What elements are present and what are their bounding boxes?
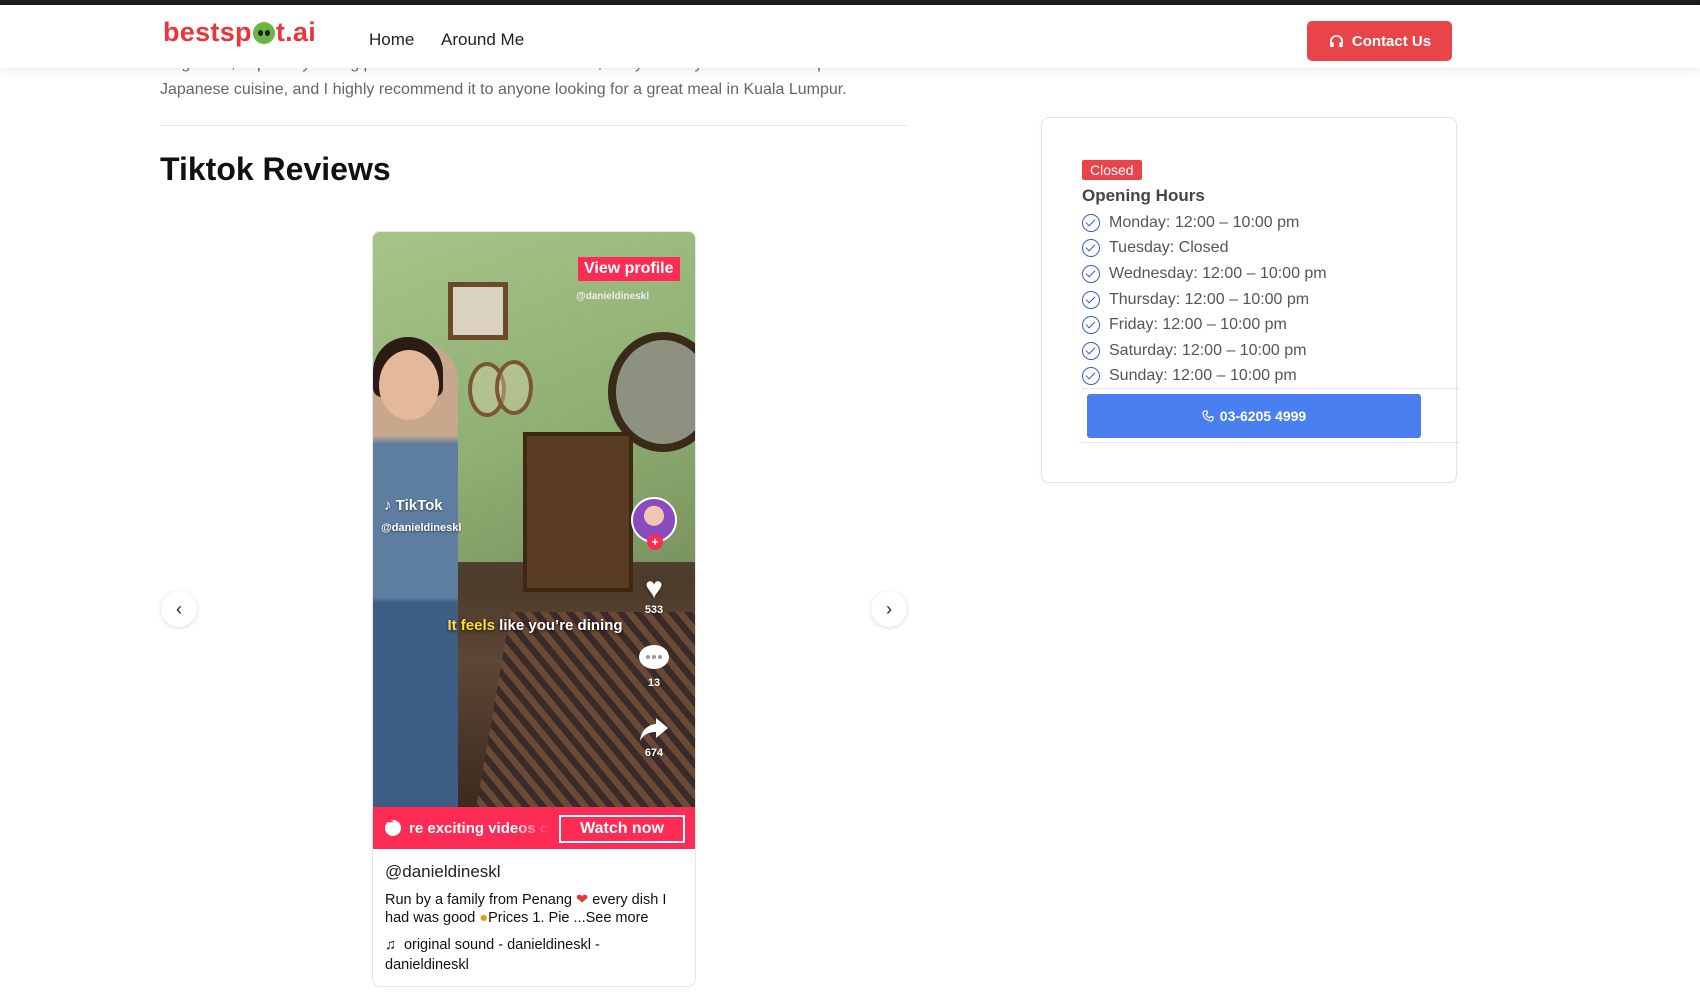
like-count: 533: [644, 604, 664, 616]
day-hours: Saturday: 12:00 – 10:00 pm: [1109, 341, 1307, 359]
creator-handle-link[interactable]: @danieldineskl: [385, 862, 501, 882]
comment-count: 13: [647, 677, 661, 689]
promo-text: re exciting videos o: [409, 819, 549, 837]
headset-icon: [1329, 34, 1343, 47]
divider: [1082, 388, 1460, 389]
chevron-left-icon: ‹: [176, 598, 182, 619]
day-hours: Sunday: 12:00 – 10:00 pm: [1109, 367, 1297, 385]
divider: [1082, 442, 1460, 443]
sound-name: original sound - danieldineskl - danield…: [385, 937, 600, 973]
share-action[interactable]: 674: [636, 714, 672, 759]
comment-action[interactable]: 13: [636, 642, 672, 689]
list-item: Sunday: 12:00 – 10:00 pm: [1082, 364, 1327, 390]
tiktok-embed-card: View profile @danieldineskl ♪ TikTok @da…: [372, 231, 696, 987]
list-item: Thursday: 12:00 – 10:00 pm: [1082, 287, 1327, 313]
site-logo[interactable]: bestsp t.ai: [163, 17, 316, 48]
list-item: Wednesday: 12:00 – 10:00 pm: [1082, 261, 1327, 287]
share-icon: [640, 718, 668, 741]
carousel-next-button[interactable]: ›: [871, 591, 907, 627]
status-badge: Closed: [1082, 160, 1142, 180]
opening-hours-list: Monday: 12:00 – 10:00 pm Tuesday: Closed…: [1082, 210, 1327, 389]
heart-icon: ♥: [645, 572, 663, 605]
tiktok-watermark: ♪ TikTok: [384, 497, 443, 514]
day-hours: Monday: 12:00 – 10:00 pm: [1109, 213, 1300, 231]
overlay-handle: @danieldineskl: [576, 291, 650, 302]
carousel-prev-button[interactable]: ‹: [161, 591, 197, 627]
wall-frame: [448, 282, 508, 340]
check-circle-icon: [1082, 367, 1100, 386]
racket-decor: [495, 360, 533, 415]
description-part: Prices 1. Pie: [488, 910, 574, 926]
phone-number: 03-6205 4999: [1219, 408, 1307, 424]
video-description: Run by a family from Penang ❤ every dish…: [385, 891, 690, 927]
day-hours: Tuesday: Closed: [1109, 239, 1229, 257]
call-phone-button[interactable]: 03-6205 4999: [1087, 394, 1421, 438]
check-circle-icon: [1082, 290, 1100, 309]
opening-hours-title: Opening Hours: [1082, 186, 1205, 205]
day-hours: Wednesday: 12:00 – 10:00 pm: [1109, 264, 1327, 282]
check-circle-icon: [1082, 316, 1100, 335]
section-divider: [160, 125, 907, 126]
opening-hours-card: Closed Opening Hours Monday: 12:00 – 10:…: [1041, 117, 1460, 483]
comment-icon: [639, 645, 669, 669]
like-action[interactable]: ♥ 533: [636, 572, 672, 616]
person-face: [379, 350, 439, 420]
contact-us-label: Contact Us: [1351, 32, 1432, 50]
phone-icon: [1202, 410, 1214, 422]
list-item: Friday: 12:00 – 10:00 pm: [1082, 312, 1327, 338]
watermark-handle: @danieldineskl: [381, 522, 462, 534]
share-count: 674: [644, 747, 664, 759]
see-more-link[interactable]: ...See more: [574, 910, 649, 926]
list-item: Monday: 12:00 – 10:00 pm: [1082, 210, 1327, 236]
alien-logo-icon: [252, 22, 275, 44]
caption-highlight: It feels: [447, 617, 495, 634]
list-item: Saturday: 12:00 – 10:00 pm: [1082, 338, 1327, 364]
logo-text: bestsp: [163, 17, 252, 47]
heart-emoji-icon: ❤: [576, 892, 589, 908]
check-circle-icon: [1082, 341, 1100, 360]
tiktok-logo-text: TikTok: [395, 497, 443, 514]
sound-link[interactable]: ♫ original sound - danieldineskl - danie…: [385, 935, 685, 975]
contact-us-button[interactable]: Contact Us: [1307, 21, 1452, 61]
description-part: Run by a family from Penang: [385, 892, 577, 908]
chevron-right-icon: ›: [886, 598, 892, 619]
site-header: bestsp t.ai Home Around Me Contact Us: [0, 5, 1700, 68]
tiktok-reviews-title: Tiktok Reviews: [160, 151, 391, 187]
check-circle-icon: [1082, 239, 1100, 258]
music-note-icon: ♫: [385, 937, 396, 953]
money-bag-emoji-icon: ●: [479, 910, 489, 926]
tiktok-promo-bar: re exciting videos o Watch now: [373, 807, 695, 849]
tiktok-video[interactable]: View profile @danieldineskl ♪ TikTok @da…: [373, 232, 695, 807]
logo-suffix: t.ai: [275, 17, 317, 47]
watch-now-button[interactable]: Watch now: [559, 815, 685, 843]
nav-home[interactable]: Home: [369, 30, 414, 50]
caption-text: like you’re dining: [499, 617, 623, 634]
check-circle-icon: [1082, 213, 1100, 232]
check-circle-icon: [1082, 264, 1100, 283]
tiktok-note-icon: ♪: [384, 497, 392, 514]
follow-plus-icon[interactable]: +: [647, 534, 663, 550]
video-caption: It feels like you’re dining: [373, 617, 695, 634]
nav-around-me[interactable]: Around Me: [441, 30, 524, 50]
view-profile-button[interactable]: View profile: [578, 257, 680, 281]
cabinet-decor: [523, 432, 633, 592]
chat-bubble-icon: [385, 817, 401, 836]
day-hours: Friday: 12:00 – 10:00 pm: [1109, 316, 1287, 334]
day-hours: Thursday: 12:00 – 10:00 pm: [1109, 290, 1310, 308]
list-item: Tuesday: Closed: [1082, 236, 1327, 262]
